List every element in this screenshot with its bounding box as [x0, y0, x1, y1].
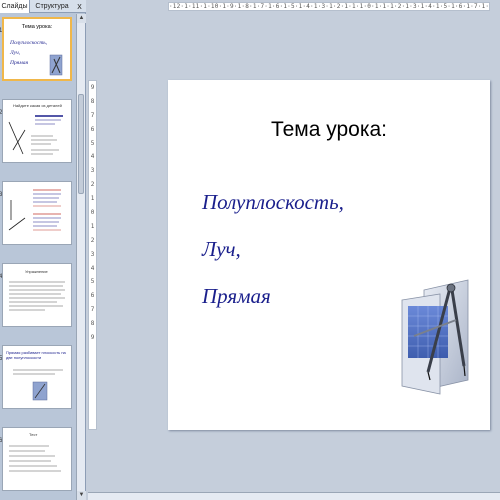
thumb-heading: Найдите какая из деталей: [13, 103, 62, 108]
ruler-tick-label: 2: [90, 181, 95, 189]
tab-outline[interactable]: Структура: [31, 0, 73, 13]
scroll-up-icon[interactable]: ▲: [77, 14, 86, 23]
slides-panel: Слайды Структура x 1 Тема урока: Полупло…: [0, 0, 86, 500]
ruler-tick-label: 9: [90, 334, 95, 342]
close-panel-button[interactable]: x: [74, 0, 85, 13]
ruler-tick-label: 4: [90, 264, 95, 272]
thumb-diagram: [8, 115, 63, 155]
compass-folder-icon: [49, 54, 63, 76]
thumb-heading: Упражнение: [25, 269, 48, 274]
vertical-ruler: 9 8 7 6 5 4 3 2 1 0 1 2 3 4 5 6 7 8 9: [88, 80, 97, 430]
tab-slides[interactable]: Слайды: [0, 0, 30, 13]
thumb-diagram: [9, 281, 65, 311]
ruler-tick-label: 4: [90, 153, 95, 161]
ruler-tick-label: 8: [90, 320, 95, 328]
horizontal-scrollbar[interactable]: [88, 492, 500, 500]
ruler-tick-label: 9: [90, 84, 95, 91]
thumb-line: Прямая: [10, 60, 29, 66]
ruler-tick-label: 7: [90, 306, 95, 314]
slide-thumbnail-6[interactable]: Тест: [2, 427, 72, 491]
thumb-line: Полуплоскость,: [10, 40, 48, 46]
slide-title[interactable]: Тема урока:: [168, 118, 490, 142]
panel-tabs: Слайды Структура x: [0, 0, 86, 13]
ruler-tick-label: 3: [90, 250, 95, 258]
slide-thumbnail-list: 1 Тема урока: Полуплоскость, Луч, Прямая…: [0, 14, 76, 500]
thumb-heading: Тест: [29, 432, 38, 437]
thumb-diagram: [8, 189, 61, 231]
scroll-down-icon[interactable]: ▼: [77, 491, 86, 500]
slide-thumbnail-3[interactable]: [2, 181, 72, 245]
ruler-tick-label: 6: [90, 125, 95, 133]
ruler-tick-label: 1: [90, 195, 95, 203]
slide-text-line[interactable]: Прямая: [202, 284, 271, 309]
slide-thumbnail-2[interactable]: Найдите какая из деталей: [2, 99, 72, 163]
ruler-tick-label: 2: [90, 236, 95, 244]
thumb-diagram: [13, 369, 63, 401]
slide-text-line[interactable]: Луч,: [202, 237, 241, 262]
thumb-heading: Прямая разбивает плоскость на две полупл…: [6, 350, 66, 360]
thumb-title: Тема урока:: [21, 24, 53, 30]
thumbnail-scrollbar[interactable]: ▲ ▼: [76, 14, 86, 500]
ruler-tick-label: 1: [90, 222, 95, 230]
horizontal-ruler: ·12·1·11·1·10·1·9·1·8·1·7·1·6·1·5·1·4·1·…: [168, 2, 490, 11]
slide-thumbnail-4[interactable]: Упражнение: [2, 263, 72, 327]
thumb-line: Луч,: [10, 50, 21, 56]
slide-canvas[interactable]: Тема урока: Полуплоскость, Луч, Прямая: [168, 80, 490, 430]
ruler-tick-label: 7: [90, 111, 95, 119]
slide-thumbnail-5[interactable]: Прямая разбивает плоскость на две полупл…: [2, 345, 72, 409]
ruler-tick-label: 5: [90, 139, 95, 147]
thumb-diagram: [9, 445, 61, 472]
ruler-tick-label: 5: [90, 278, 95, 286]
slide-thumbnail-1[interactable]: Тема урока: Полуплоскость, Луч, Прямая: [2, 17, 72, 81]
ruler-tick-label: 6: [90, 292, 95, 300]
scrollbar-thumb[interactable]: [78, 94, 84, 194]
ruler-tick-label: 3: [90, 167, 95, 175]
ruler-tick-label: 8: [90, 97, 95, 105]
slide-text-line[interactable]: Полуплоскость,: [202, 190, 344, 215]
compass-folder-icon: [401, 279, 469, 395]
ruler-tick-label: 0: [90, 209, 95, 217]
